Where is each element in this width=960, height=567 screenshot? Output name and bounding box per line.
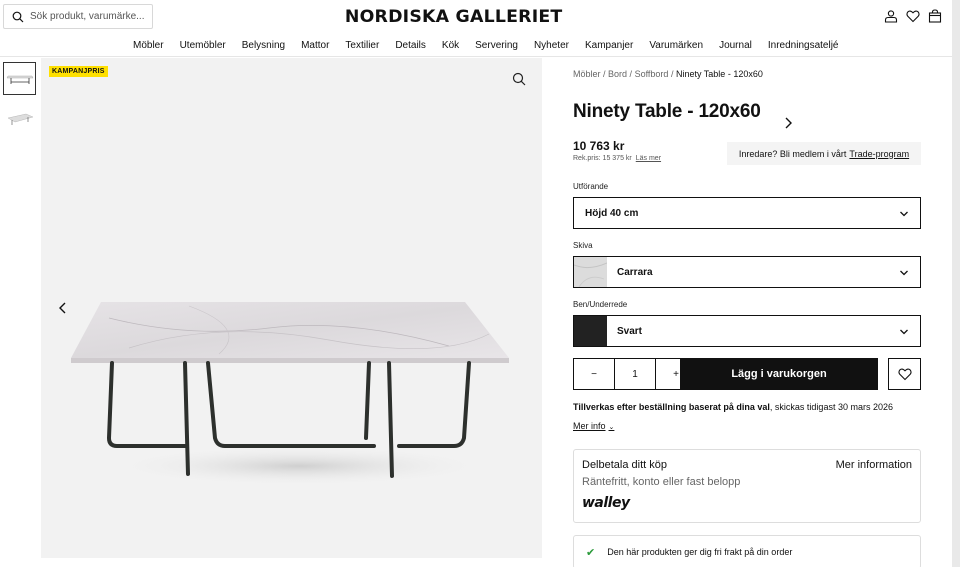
- utforande-value: Höjd 40 cm: [585, 207, 639, 219]
- utforande-select[interactable]: Höjd 40 cm: [573, 197, 921, 229]
- free-shipping-box: ✔ Den här produkten ger dig fri frakt på…: [573, 535, 921, 567]
- nav-item-kok[interactable]: Kök: [442, 40, 459, 51]
- walley-logo: walley: [582, 495, 630, 511]
- carrara-swatch: [574, 257, 607, 287]
- check-icon: ✔: [586, 546, 596, 559]
- skiva-value: Carrara: [617, 266, 653, 278]
- walley-title: Delbetala ditt köp: [582, 459, 667, 471]
- trade-program-link[interactable]: Trade-program: [849, 149, 909, 159]
- breadcrumb-bord[interactable]: Bord: [608, 69, 627, 79]
- more-info-link[interactable]: Mer info ⌄: [573, 421, 614, 431]
- chevron-left-icon[interactable]: [56, 301, 70, 315]
- account-icon[interactable]: [884, 9, 898, 23]
- thumbnail-1[interactable]: [3, 62, 36, 95]
- chevron-down-icon: [900, 329, 908, 335]
- wishlist-icon[interactable]: [906, 9, 920, 23]
- nav-item-kampanjer[interactable]: Kampanjer: [585, 40, 633, 51]
- trade-text: Inredare? Bli medlem i vårt: [738, 148, 847, 159]
- product-price: 10 763 kr: [573, 139, 625, 153]
- search-icon: [12, 11, 24, 22]
- svart-swatch: [574, 316, 607, 346]
- utforande-label: Utförande: [573, 182, 609, 191]
- breadcrumb-soffbord[interactable]: Soffbord: [635, 69, 669, 79]
- chevron-down-icon: ⌄: [608, 424, 615, 431]
- favorite-button[interactable]: [888, 358, 921, 390]
- read-more-link[interactable]: Läs mer: [636, 155, 661, 162]
- skiva-label: Skiva: [573, 241, 593, 250]
- rek-price-text: Rek.pris: 15 375 kr: [573, 155, 632, 162]
- qty-input[interactable]: 1: [614, 359, 656, 389]
- cart-icon[interactable]: [928, 9, 942, 23]
- campaign-badge: KAMPANJPRIS: [49, 66, 108, 77]
- breadcrumb-mobler[interactable]: Möbler: [573, 69, 601, 79]
- nav-item-journal[interactable]: Journal: [719, 40, 752, 51]
- trade-banner: Inredare? Bli medlem i vårt Trade-program: [727, 142, 921, 165]
- zoom-icon[interactable]: [512, 72, 526, 86]
- quantity-stepper: − 1 +: [573, 358, 697, 390]
- nav-item-utemobler[interactable]: Utemöbler: [180, 40, 226, 51]
- ben-select[interactable]: Svart: [573, 315, 921, 347]
- shipping-info: Tillverkas efter beställning baserat på …: [573, 402, 893, 412]
- ben-label: Ben/Underrede: [573, 300, 628, 309]
- thumbnail-list: [3, 62, 36, 144]
- product-image: [71, 302, 509, 486]
- nav-item-servering[interactable]: Servering: [475, 40, 518, 51]
- nav-item-details[interactable]: Details: [395, 40, 426, 51]
- heart-icon: [897, 368, 912, 381]
- nav-item-inredningsateljé[interactable]: Inredningsateljé: [768, 40, 839, 51]
- product-title: Ninety Table - 120x60: [573, 101, 761, 122]
- walley-subtitle: Räntefritt, konto eller fast belopp: [582, 476, 741, 488]
- site-logo[interactable]: NORDISKA GALLERIET: [345, 7, 563, 27]
- page-edge: [952, 0, 960, 567]
- nav-item-textilier[interactable]: Textilier: [345, 40, 379, 51]
- product-gallery[interactable]: KAMPANJPRIS: [41, 58, 792, 558]
- nav-items: Möbler Utemöbler Belysning Mattor Textil…: [133, 40, 838, 51]
- walley-box[interactable]: Delbetala ditt köp Mer information Ränte…: [573, 449, 921, 523]
- walley-more-link[interactable]: Mer information: [836, 459, 912, 471]
- shipping-date: , skickas tidigast 30 mars 2026: [769, 402, 893, 412]
- nav-item-nyheter[interactable]: Nyheter: [534, 40, 569, 51]
- recommended-price: Rek.pris: 15 375 kr Läs mer: [573, 155, 661, 162]
- skiva-select[interactable]: Carrara: [573, 256, 921, 288]
- header: NORDISKA GALLERIET: [0, 0, 952, 36]
- ben-value: Svart: [617, 325, 643, 337]
- search-box[interactable]: [3, 4, 153, 29]
- chevron-down-icon: [900, 270, 908, 276]
- search-input[interactable]: [30, 11, 148, 22]
- nav-item-varumarken[interactable]: Varumärken: [649, 40, 703, 51]
- free-shipping-text: Den här produkten ger dig fri frakt på d…: [607, 547, 793, 557]
- chevron-down-icon: [900, 211, 908, 217]
- nav-item-belysning[interactable]: Belysning: [242, 40, 285, 51]
- more-info-label: Mer info: [573, 421, 606, 431]
- shipping-bold: Tillverkas efter beställning baserat på …: [573, 402, 770, 412]
- breadcrumb-current: Ninety Table - 120x60: [675, 69, 763, 79]
- breadcrumb: Möbler / Bord / Soffbord / Ninety Table …: [573, 69, 763, 79]
- thumbnail-2[interactable]: [3, 103, 36, 136]
- nav-item-mattor[interactable]: Mattor: [301, 40, 329, 51]
- qty-minus-button[interactable]: −: [574, 359, 614, 389]
- add-to-cart-button[interactable]: Lägg i varukorgen: [680, 358, 878, 390]
- nav-item-mobler[interactable]: Möbler: [133, 40, 164, 51]
